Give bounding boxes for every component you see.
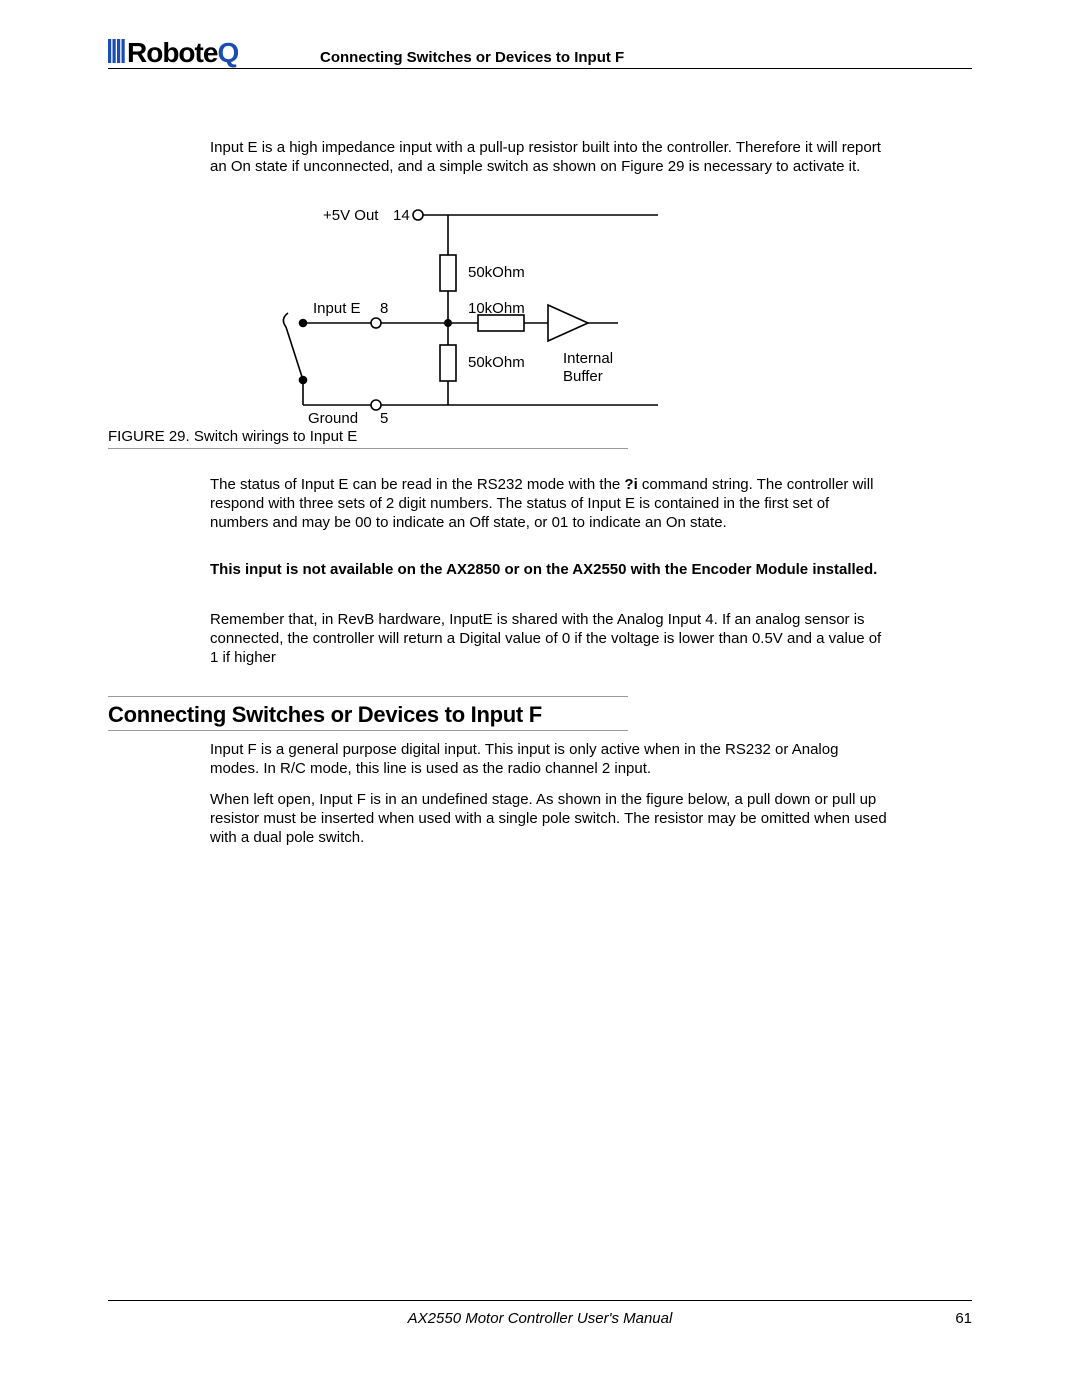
running-header-title: Connecting Switches or Devices to Input … bbox=[320, 49, 624, 66]
document-page: { "logo_text": "Roboteq", "header": { "t… bbox=[0, 0, 1080, 1397]
header-divider bbox=[108, 68, 972, 69]
footer-divider bbox=[108, 1300, 972, 1301]
footer-page-number: 61 bbox=[955, 1310, 972, 1327]
paragraph-input-f-intro: Input F is a general purpose digital inp… bbox=[210, 740, 890, 778]
label-r-bot: 50kOhm bbox=[468, 354, 525, 371]
p2-text-a: The status of Input E can be read in the… bbox=[210, 476, 624, 493]
label-r-top: 50kOhm bbox=[468, 264, 525, 281]
label-buffer-2: Buffer bbox=[563, 368, 603, 385]
figure-caption: FIGURE 29. Switch wirings to Input E bbox=[108, 428, 357, 445]
section-divider-bottom bbox=[108, 730, 628, 731]
figure-switch-wiring: +5V Out 14 50kOhm Input E 8 10kOhm 50kOh… bbox=[118, 195, 878, 450]
label-vout: +5V Out bbox=[323, 207, 379, 224]
label-buffer-1: Internal bbox=[563, 350, 613, 367]
label-vout-pin: 14 bbox=[393, 207, 410, 224]
brand-logo: RoboteQ bbox=[108, 37, 238, 69]
logo-text: RoboteQ bbox=[127, 37, 238, 69]
paragraph-availability-note: This input is not available on the AX285… bbox=[210, 560, 890, 579]
circuit-diagram: +5V Out 14 50kOhm Input E 8 10kOhm 50kOh… bbox=[118, 195, 878, 450]
paragraph-revb-note: Remember that, in RevB hardware, InputE … bbox=[210, 610, 890, 668]
footer-manual-title: AX2550 Motor Controller User's Manual bbox=[0, 1310, 1080, 1327]
label-input-e: Input E bbox=[313, 300, 361, 317]
section-divider-top bbox=[108, 696, 628, 697]
paragraph-input-e-status: The status of Input E can be read in the… bbox=[210, 475, 890, 533]
label-ground: Ground bbox=[308, 410, 358, 427]
command-string: ?i bbox=[624, 476, 637, 493]
section-heading-input-f: Connecting Switches or Devices to Input … bbox=[108, 702, 542, 728]
logo-bars-icon bbox=[108, 39, 125, 63]
label-r-inline: 10kOhm bbox=[468, 300, 525, 317]
label-ground-pin: 5 bbox=[380, 410, 388, 427]
label-input-e-pin: 8 bbox=[380, 300, 388, 317]
paragraph-input-f-open: When left open, Input F is in an undefin… bbox=[210, 790, 890, 848]
figure-divider bbox=[108, 448, 628, 449]
paragraph-input-e-intro: Input E is a high impedance input with a… bbox=[210, 138, 890, 176]
